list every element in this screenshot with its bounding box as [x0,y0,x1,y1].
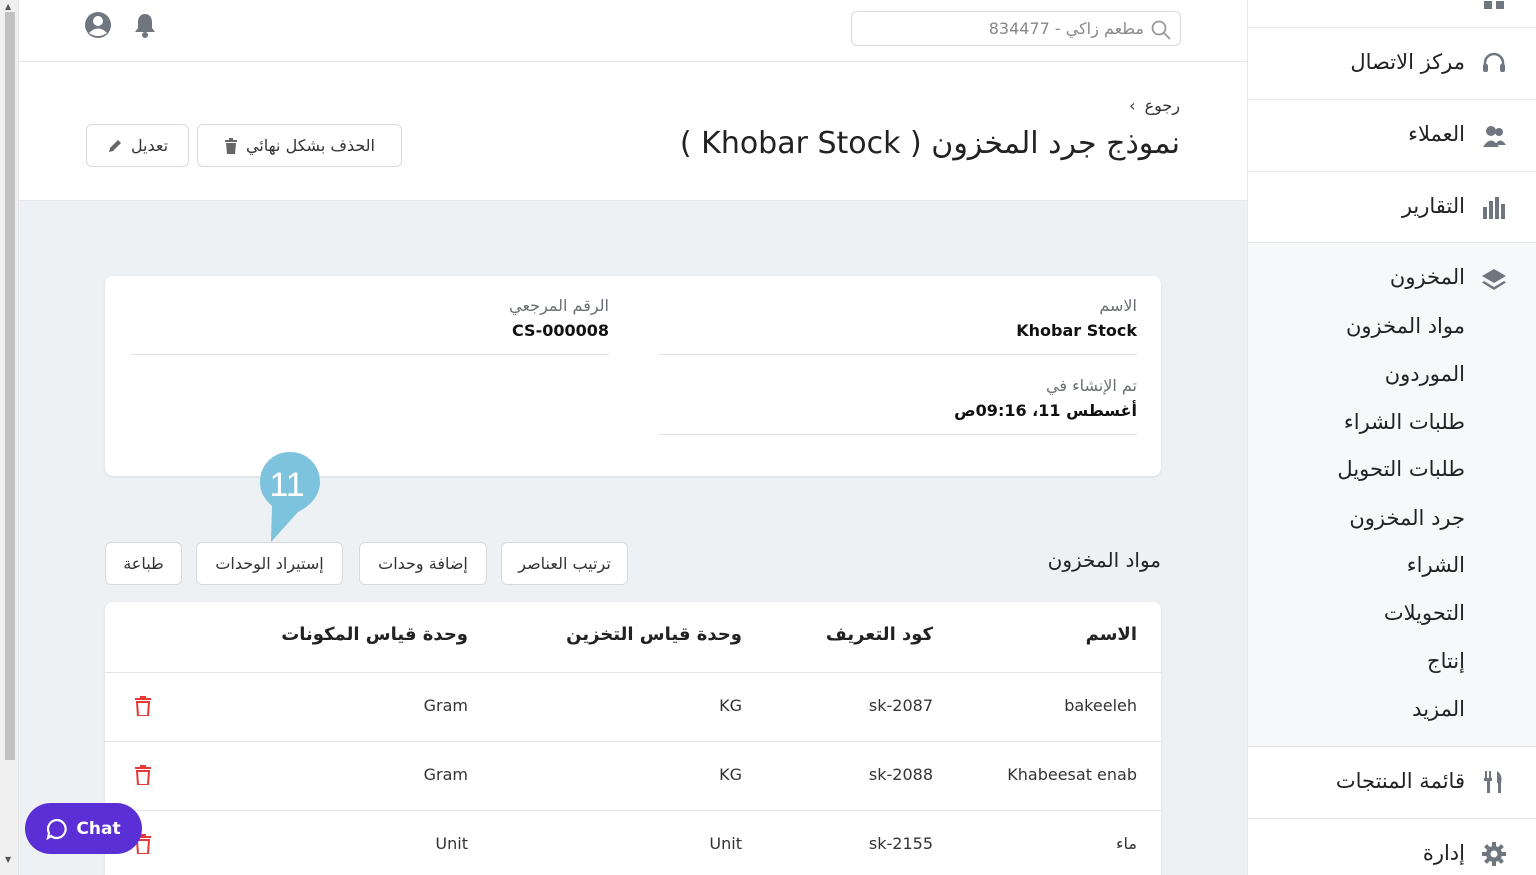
sidebar-item-purchase-orders[interactable]: طلبات الشراء [1344,410,1465,434]
cell-name: Khabeesat enab [1007,765,1137,784]
tour-step-marker[interactable]: 11 [258,450,322,545]
sidebar-item-manage[interactable]: إدارة [1248,819,1536,875]
scroll-down-arrow-icon[interactable]: ▼ [5,855,11,864]
import-units-button[interactable]: إستيراد الوحدات [196,542,343,585]
user-avatar-icon[interactable] [83,10,113,40]
cell-storage-unit: KG [719,765,742,784]
created-at-field: تم الإنشاء في أغسطس 11، 09:16ص [659,376,1137,435]
cell-name: bakeeleh [1064,696,1137,715]
reference-value: CS-000008 [512,321,609,340]
sidebar-item-transfer-orders[interactable]: طلبات التحويل [1337,457,1465,481]
sidebar-item-customers[interactable]: العملاء [1248,100,1536,172]
cell-ingredient-unit: Gram [423,696,468,715]
reference-label: الرقم المرجعي [509,296,609,315]
gear-icon [1482,842,1506,866]
headset-icon [1483,52,1505,72]
cell-sku: sk-2155 [868,834,933,853]
search-input[interactable]: مطعم زاكي - 834477 [851,11,1181,46]
chevron-right-icon: › [1129,96,1136,115]
sidebar-item-partial[interactable] [1248,0,1536,28]
sidebar-item-purchasing[interactable]: الشراء [1407,553,1465,577]
sidebar-label-menu: قائمة المنتجات [1335,769,1465,793]
column-header-name: الاسم [1085,624,1137,645]
inventory-items-table: الاسم كود التعريف وحدة قياس التخزين وحدة… [105,602,1161,875]
grid-icon [1484,1,1504,9]
sidebar-item-inventory-items[interactable]: مواد المخزون [1346,314,1465,338]
users-icon [1483,126,1506,147]
column-header-ingredient-unit: وحدة قياس المكونات [281,624,468,645]
print-button[interactable]: طباعة [105,542,182,585]
sidebar-label-customers: العملاء [1408,122,1465,146]
back-label: رجوع [1144,96,1180,115]
page-scrollbar[interactable]: ▲ ▼ [0,0,19,875]
search-placeholder: مطعم زاكي - 834477 [988,19,1144,38]
table-row[interactable]: bakeeleh sk-2087 KG Gram [105,672,1161,741]
layers-icon [1482,269,1506,290]
sidebar: مركز الاتصال العملاء التقارير المخزون مو… [1247,0,1536,875]
search-icon [1151,20,1171,40]
cell-sku: sk-2087 [868,696,933,715]
reference-field: الرقم المرجعي CS-000008 [131,296,609,355]
table-row[interactable]: ماء sk-2155 Unit Unit [105,810,1161,875]
sidebar-item-inventory-count[interactable]: جرد المخزون [1349,506,1465,530]
details-card: الاسم Khobar Stock الرقم المرجعي CS-0000… [105,276,1161,476]
pencil-icon [108,139,121,152]
delete-label: الحذف بشكل نهائي [246,136,375,155]
created-at-value: أغسطس 11، 09:16ص [954,401,1137,420]
cell-name: ماء [1116,834,1137,853]
back-link[interactable]: رجوع › [1129,96,1180,115]
column-header-storage-unit: وحدة قياس التخزين [566,624,742,645]
main-content: مطعم زاكي - 834477 رجوع › نموذج جرد المخ… [19,0,1247,875]
delete-permanently-button[interactable]: الحذف بشكل نهائي [197,124,402,167]
table-row[interactable]: Khabeesat enab sk-2088 KG Gram [105,741,1161,810]
page-header: رجوع › نموذج جرد المخزون ( Khobar Stock … [19,62,1247,201]
trash-icon [225,137,238,154]
sidebar-label-inventory: المخزون [1389,265,1465,289]
cell-ingredient-unit: Unit [435,834,468,853]
inventory-items-title: مواد المخزون [1047,548,1161,572]
utensils-icon [1484,771,1502,793]
edit-button[interactable]: تعديل [86,124,189,167]
sidebar-item-suppliers[interactable]: الموردون [1385,362,1465,386]
cell-sku: sk-2088 [868,765,933,784]
sidebar-item-transfers[interactable]: التحويلات [1384,601,1465,625]
edit-label: تعديل [130,136,169,155]
cell-ingredient-unit: Gram [423,765,468,784]
chat-button[interactable]: Chat [25,803,142,854]
sidebar-item-production[interactable]: إنتاج [1427,649,1465,673]
top-bar: مطعم زاكي - 834477 [19,0,1247,62]
delete-row-trash-icon[interactable] [135,696,151,716]
sidebar-item-more[interactable]: المزيد [1412,697,1465,721]
sidebar-label-call-center: مركز الاتصال [1350,50,1465,74]
sidebar-group-inventory: المخزون مواد المخزون الموردون طلبات الشر… [1248,243,1536,747]
sidebar-item-call-center[interactable]: مركز الاتصال [1248,28,1536,100]
sidebar-item-menu[interactable]: قائمة المنتجات [1248,747,1536,819]
notification-bell-icon[interactable] [130,10,160,40]
scrollbar-thumb[interactable] [5,12,15,760]
chat-label: Chat [76,818,121,839]
name-label: الاسم [1099,296,1137,315]
bar-chart-icon [1483,197,1505,219]
cell-storage-unit: Unit [709,834,742,853]
chat-bubble-icon [46,818,68,840]
tour-step-number: 11 [269,466,305,504]
page-title: نموذج جرد المخزون ( Khobar Stock ) [679,126,1180,161]
column-header-sku: كود التعريف [825,624,933,645]
name-value: Khobar Stock [1016,321,1137,340]
created-at-label: تم الإنشاء في [1046,376,1137,395]
sort-items-button[interactable]: ترتيب العناصر [501,542,628,585]
cell-storage-unit: KG [719,696,742,715]
sidebar-item-reports[interactable]: التقارير [1248,172,1536,243]
scroll-up-arrow-icon[interactable]: ▲ [5,2,11,11]
delete-row-trash-icon[interactable] [135,765,151,785]
sidebar-label-reports: التقارير [1401,194,1465,218]
add-units-button[interactable]: إضافة وحدات [359,542,487,585]
name-field: الاسم Khobar Stock [659,296,1137,355]
sidebar-label-manage: إدارة [1422,841,1465,865]
